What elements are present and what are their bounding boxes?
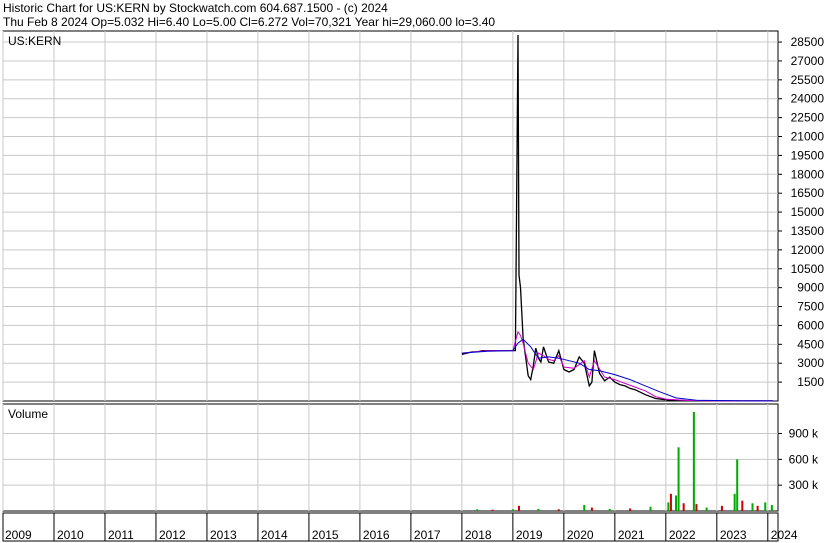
x-axis-year-label: 2023 bbox=[720, 528, 747, 542]
price-ytick-label: 1500 bbox=[797, 375, 824, 389]
volume-bar bbox=[733, 493, 736, 511]
volume-bar bbox=[751, 503, 754, 511]
price-ytick-label: 25500 bbox=[791, 73, 825, 87]
price-ytick-label: 3000 bbox=[797, 356, 824, 370]
price-ytick-label: 13500 bbox=[791, 224, 825, 238]
x-axis-year-label: 2018 bbox=[465, 528, 492, 542]
price-chart-title: US:KERN bbox=[8, 34, 61, 48]
volume-bar bbox=[682, 503, 685, 511]
x-axis-year-label: 2020 bbox=[567, 528, 594, 542]
chart-stage: Historic Chart for US:KERN by Stockwatch… bbox=[0, 0, 830, 543]
volume-bar bbox=[736, 459, 739, 511]
price-ytick-label: 21000 bbox=[791, 130, 825, 144]
volume-bar bbox=[608, 508, 611, 511]
volume-bar bbox=[677, 447, 680, 511]
volume-bar bbox=[590, 507, 593, 511]
price-ytick-label: 18000 bbox=[791, 167, 825, 181]
volume-ytick-label: 900 k bbox=[789, 427, 819, 441]
volume-bar bbox=[695, 504, 698, 511]
x-axis-year-label: 2011 bbox=[108, 528, 134, 542]
volume-bar bbox=[720, 505, 723, 511]
volume-panel: 300 k 600 k 900 k Volume bbox=[2, 403, 819, 512]
price-ytick-label: 27000 bbox=[791, 54, 825, 68]
price-ytick-label: 16500 bbox=[791, 186, 825, 200]
x-axis-year-label: 2012 bbox=[159, 528, 186, 542]
price-ytick-label: 15000 bbox=[791, 205, 825, 219]
price-ytick-label: 19500 bbox=[791, 148, 825, 162]
x-axis-year-label: 2015 bbox=[312, 528, 339, 542]
volume-bar bbox=[629, 508, 632, 511]
stock-chart: 1500 3000 4500 6000 7500 9000 10500 12000 13500 1… bbox=[2, 30, 825, 542]
price-ytick-label: 22500 bbox=[791, 111, 825, 125]
volume-bar bbox=[756, 505, 759, 511]
volume-bar bbox=[491, 509, 494, 511]
price-ytick-label: 10500 bbox=[791, 262, 825, 276]
x-axis-year-label: 2024 bbox=[771, 528, 798, 542]
volume-bar bbox=[675, 495, 678, 511]
x-axis-year-label: 2017 bbox=[414, 528, 441, 542]
price-ytick-label: 12000 bbox=[791, 243, 825, 257]
volume-bar bbox=[669, 493, 672, 511]
volume-bar bbox=[557, 509, 560, 511]
x-axis-year-label: 2010 bbox=[57, 528, 84, 542]
price-panel-frame bbox=[2, 30, 779, 402]
x-axis-year-label: 2009 bbox=[5, 528, 32, 542]
volume-ytick-label: 300 k bbox=[789, 478, 819, 492]
volume-bar bbox=[741, 500, 744, 511]
volume-bar bbox=[764, 502, 767, 511]
price-ytick-label: 6000 bbox=[797, 318, 824, 332]
price-ytick-label: 9000 bbox=[797, 281, 824, 295]
price-ytick-label: 24000 bbox=[791, 92, 825, 106]
x-axis-year-label: 2013 bbox=[210, 528, 237, 542]
volume-bar bbox=[511, 509, 514, 511]
volume-bar bbox=[770, 504, 773, 511]
volume-bar bbox=[583, 504, 586, 511]
volume-bar bbox=[537, 508, 540, 511]
price-ytick-label: 4500 bbox=[797, 337, 824, 351]
x-axis-year-label: 2022 bbox=[669, 528, 696, 542]
volume-bar bbox=[692, 412, 695, 511]
volume-bar bbox=[517, 505, 520, 511]
volume-bar bbox=[667, 502, 670, 511]
price-panel: 1500 3000 4500 6000 7500 9000 10500 12000 13500 1… bbox=[2, 30, 825, 402]
volume-panel-frame bbox=[2, 403, 779, 512]
x-axis-year-label: 2014 bbox=[261, 528, 288, 542]
volume-bar bbox=[705, 507, 708, 511]
price-ytick-label: 7500 bbox=[797, 300, 824, 314]
volume-chart-title: Volume bbox=[8, 407, 48, 421]
volume-ytick-label: 600 k bbox=[789, 452, 819, 466]
x-axis: 2009 2010 2011 2012 2013 2014 2015 2016 2017 2018… bbox=[2, 512, 798, 542]
volume-bar bbox=[476, 509, 479, 511]
x-axis-year-label: 2021 bbox=[618, 528, 645, 542]
x-axis-year-label: 2016 bbox=[363, 528, 390, 542]
price-ytick-label: 28500 bbox=[791, 35, 825, 49]
x-axis-year-label: 2019 bbox=[516, 528, 543, 542]
volume-bar bbox=[649, 506, 652, 511]
